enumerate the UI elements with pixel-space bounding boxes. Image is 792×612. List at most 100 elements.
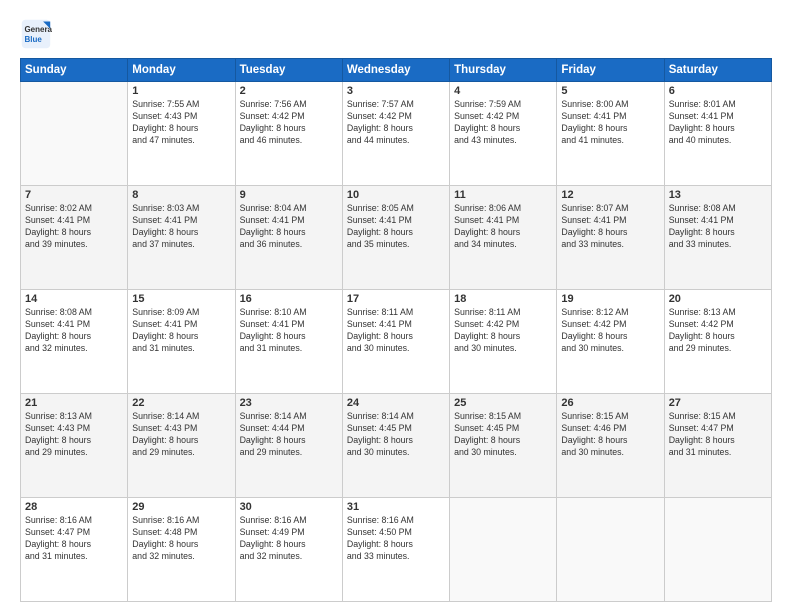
svg-text:Blue: Blue [24, 35, 42, 44]
day-number: 3 [347, 85, 445, 97]
day-info: Sunrise: 8:07 AM Sunset: 4:41 PM Dayligh… [561, 203, 659, 251]
weekday-header: Wednesday [342, 59, 449, 82]
weekday-header: Tuesday [235, 59, 342, 82]
day-info: Sunrise: 7:59 AM Sunset: 4:42 PM Dayligh… [454, 99, 552, 147]
day-info: Sunrise: 8:12 AM Sunset: 4:42 PM Dayligh… [561, 307, 659, 355]
day-number: 17 [347, 293, 445, 305]
day-info: Sunrise: 8:13 AM Sunset: 4:43 PM Dayligh… [25, 411, 123, 459]
calendar-week-row: 1 Sunrise: 7:55 AM Sunset: 4:43 PM Daylig… [21, 82, 772, 186]
calendar-table: SundayMondayTuesdayWednesdayThursdayFrid… [20, 58, 772, 602]
day-info: Sunrise: 8:16 AM Sunset: 4:47 PM Dayligh… [25, 515, 123, 563]
day-number: 27 [669, 397, 767, 409]
calendar-week-row: 14 Sunrise: 8:08 AM Sunset: 4:41 PM Dayli… [21, 290, 772, 394]
day-number: 15 [132, 293, 230, 305]
day-number: 11 [454, 189, 552, 201]
day-info: Sunrise: 8:08 AM Sunset: 4:41 PM Dayligh… [669, 203, 767, 251]
day-info: Sunrise: 8:02 AM Sunset: 4:41 PM Dayligh… [25, 203, 123, 251]
day-info: Sunrise: 7:55 AM Sunset: 4:43 PM Dayligh… [132, 99, 230, 147]
day-info: Sunrise: 8:03 AM Sunset: 4:41 PM Dayligh… [132, 203, 230, 251]
day-info: Sunrise: 8:16 AM Sunset: 4:48 PM Dayligh… [132, 515, 230, 563]
day-info: Sunrise: 8:10 AM Sunset: 4:41 PM Dayligh… [240, 307, 338, 355]
day-info: Sunrise: 8:14 AM Sunset: 4:44 PM Dayligh… [240, 411, 338, 459]
calendar-cell: 31 Sunrise: 8:16 AM Sunset: 4:50 PM Dayli… [342, 498, 449, 602]
day-number: 28 [25, 501, 123, 513]
calendar-cell: 7 Sunrise: 8:02 AM Sunset: 4:41 PM Daylig… [21, 186, 128, 290]
day-number: 24 [347, 397, 445, 409]
calendar-week-row: 28 Sunrise: 8:16 AM Sunset: 4:47 PM Dayli… [21, 498, 772, 602]
day-info: Sunrise: 8:06 AM Sunset: 4:41 PM Dayligh… [454, 203, 552, 251]
calendar-cell: 14 Sunrise: 8:08 AM Sunset: 4:41 PM Dayli… [21, 290, 128, 394]
calendar-cell: 26 Sunrise: 8:15 AM Sunset: 4:46 PM Dayli… [557, 394, 664, 498]
weekday-header: Monday [128, 59, 235, 82]
calendar-cell: 19 Sunrise: 8:12 AM Sunset: 4:42 PM Dayli… [557, 290, 664, 394]
day-number: 14 [25, 293, 123, 305]
day-info: Sunrise: 8:14 AM Sunset: 4:45 PM Dayligh… [347, 411, 445, 459]
calendar-week-row: 7 Sunrise: 8:02 AM Sunset: 4:41 PM Daylig… [21, 186, 772, 290]
calendar-cell: 27Sunrise: 8:15 AM Sunset: 4:47 PM Dayli… [664, 394, 771, 498]
calendar-cell: 29 Sunrise: 8:16 AM Sunset: 4:48 PM Dayli… [128, 498, 235, 602]
day-number: 4 [454, 85, 552, 97]
day-number: 8 [132, 189, 230, 201]
weekday-header: Thursday [450, 59, 557, 82]
calendar-cell: 6 Sunrise: 8:01 AM Sunset: 4:41 PM Daylig… [664, 82, 771, 186]
calendar-cell: 20Sunrise: 8:13 AM Sunset: 4:42 PM Dayli… [664, 290, 771, 394]
day-info: Sunrise: 7:56 AM Sunset: 4:42 PM Dayligh… [240, 99, 338, 147]
day-number: 5 [561, 85, 659, 97]
header: General Blue [20, 18, 772, 50]
day-info: Sunrise: 8:16 AM Sunset: 4:50 PM Dayligh… [347, 515, 445, 563]
day-number: 16 [240, 293, 338, 305]
weekday-header: Saturday [664, 59, 771, 82]
weekday-header: Friday [557, 59, 664, 82]
calendar-cell: 3 Sunrise: 7:57 AM Sunset: 4:42 PM Daylig… [342, 82, 449, 186]
calendar-cell: 4 Sunrise: 7:59 AM Sunset: 4:42 PM Daylig… [450, 82, 557, 186]
day-info: Sunrise: 8:15 AM Sunset: 4:46 PM Dayligh… [561, 411, 659, 459]
logo: General Blue [20, 18, 52, 50]
calendar-cell: 2 Sunrise: 7:56 AM Sunset: 4:42 PM Daylig… [235, 82, 342, 186]
day-number: 12 [561, 189, 659, 201]
weekday-header-row: SundayMondayTuesdayWednesdayThursdayFrid… [21, 59, 772, 82]
day-info: Sunrise: 8:04 AM Sunset: 4:41 PM Dayligh… [240, 203, 338, 251]
day-info: Sunrise: 8:09 AM Sunset: 4:41 PM Dayligh… [132, 307, 230, 355]
calendar-cell: 22 Sunrise: 8:14 AM Sunset: 4:43 PM Dayli… [128, 394, 235, 498]
day-info: Sunrise: 7:57 AM Sunset: 4:42 PM Dayligh… [347, 99, 445, 147]
day-number: 25 [454, 397, 552, 409]
calendar-cell: 5Sunrise: 8:00 AM Sunset: 4:41 PM Daylig… [557, 82, 664, 186]
calendar-week-row: 21 Sunrise: 8:13 AM Sunset: 4:43 PM Dayli… [21, 394, 772, 498]
day-info: Sunrise: 8:08 AM Sunset: 4:41 PM Dayligh… [25, 307, 123, 355]
day-number: 22 [132, 397, 230, 409]
day-number: 21 [25, 397, 123, 409]
calendar-cell: 13 Sunrise: 8:08 AM Sunset: 4:41 PM Dayli… [664, 186, 771, 290]
calendar-cell: 23 Sunrise: 8:14 AM Sunset: 4:44 PM Dayli… [235, 394, 342, 498]
day-number: 29 [132, 501, 230, 513]
calendar-cell: 28 Sunrise: 8:16 AM Sunset: 4:47 PM Dayli… [21, 498, 128, 602]
calendar-cell: 1 Sunrise: 7:55 AM Sunset: 4:43 PM Daylig… [128, 82, 235, 186]
day-number: 20 [669, 293, 767, 305]
calendar-cell: 10 Sunrise: 8:05 AM Sunset: 4:41 PM Dayli… [342, 186, 449, 290]
calendar-cell: 15 Sunrise: 8:09 AM Sunset: 4:41 PM Dayli… [128, 290, 235, 394]
calendar-cell: 24 Sunrise: 8:14 AM Sunset: 4:45 PM Dayli… [342, 394, 449, 498]
day-number: 13 [669, 189, 767, 201]
calendar-cell: 8 Sunrise: 8:03 AM Sunset: 4:41 PM Daylig… [128, 186, 235, 290]
day-number: 19 [561, 293, 659, 305]
day-info: Sunrise: 8:14 AM Sunset: 4:43 PM Dayligh… [132, 411, 230, 459]
day-number: 26 [561, 397, 659, 409]
calendar-cell [450, 498, 557, 602]
calendar-cell: 18Sunrise: 8:11 AM Sunset: 4:42 PM Dayli… [450, 290, 557, 394]
day-number: 31 [347, 501, 445, 513]
svg-text:General: General [24, 25, 52, 34]
day-number: 10 [347, 189, 445, 201]
day-info: Sunrise: 8:05 AM Sunset: 4:41 PM Dayligh… [347, 203, 445, 251]
day-info: Sunrise: 8:11 AM Sunset: 4:42 PM Dayligh… [454, 307, 552, 355]
day-number: 2 [240, 85, 338, 97]
calendar-cell: 21 Sunrise: 8:13 AM Sunset: 4:43 PM Dayli… [21, 394, 128, 498]
weekday-header: Sunday [21, 59, 128, 82]
calendar-cell [21, 82, 128, 186]
day-number: 6 [669, 85, 767, 97]
day-number: 9 [240, 189, 338, 201]
day-info: Sunrise: 8:01 AM Sunset: 4:41 PM Dayligh… [669, 99, 767, 147]
day-number: 7 [25, 189, 123, 201]
day-number: 23 [240, 397, 338, 409]
day-number: 1 [132, 85, 230, 97]
day-number: 30 [240, 501, 338, 513]
calendar-cell: 12 Sunrise: 8:07 AM Sunset: 4:41 PM Dayli… [557, 186, 664, 290]
